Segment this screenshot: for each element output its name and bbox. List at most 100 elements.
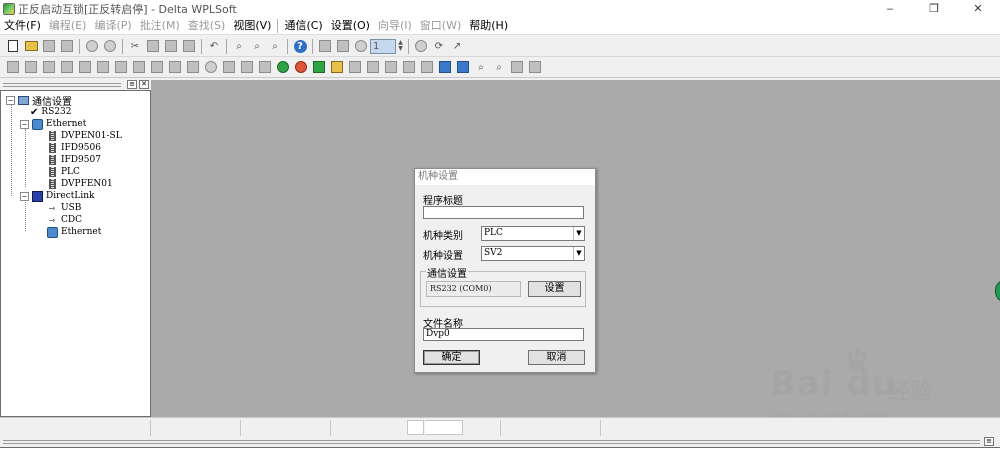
model-setting-select[interactable]: SV2 ▼ <box>481 246 585 261</box>
contact-nc-icon[interactable] <box>24 60 38 74</box>
stop-run-icon[interactable] <box>294 60 308 74</box>
device-icon[interactable] <box>312 60 326 74</box>
screen-icon[interactable] <box>456 60 470 74</box>
ethernet-icon <box>46 226 58 238</box>
pin-panel-icon[interactable]: ≡ <box>127 80 137 89</box>
dropdown-arrow-icon[interactable]: ▼ <box>573 247 584 260</box>
model-type-select[interactable]: PLC ▼ <box>481 226 585 241</box>
download-icon[interactable] <box>366 60 380 74</box>
zoom-level-input[interactable]: 1 <box>370 38 396 54</box>
delete-icon[interactable] <box>182 39 196 53</box>
tree-item-ifd9506[interactable]: IFD9506 <box>46 142 101 154</box>
tree-item-usb[interactable]: ⇾ USB <box>46 202 82 214</box>
menu-compile[interactable]: 编译(P) <box>90 17 135 35</box>
pin-icon[interactable] <box>204 60 218 74</box>
info-icon[interactable] <box>354 39 368 53</box>
minimize-button[interactable]: ‒ <box>868 0 912 17</box>
menu-window[interactable]: 窗口(W) <box>416 17 465 35</box>
panel-grip[interactable] <box>3 440 980 444</box>
monitor-device-icon[interactable] <box>330 60 344 74</box>
refresh-icon[interactable]: ⟳ <box>432 39 446 53</box>
menu-settings[interactable]: 设置(O) <box>327 17 374 35</box>
new-file-icon[interactable] <box>6 39 20 53</box>
side-float-button[interactable] <box>995 280 1000 302</box>
offline-icon[interactable] <box>103 39 117 53</box>
tree-item-dvpen01-sl[interactable]: DVPEN01-SL <box>46 130 122 142</box>
block3-icon[interactable] <box>258 60 272 74</box>
tree-item-cdc[interactable]: ⇾ CDC <box>46 214 82 226</box>
find-next-icon[interactable]: ⌕ <box>492 60 506 74</box>
dropdown-arrow-icon[interactable]: ▼ <box>573 227 584 240</box>
upload-icon[interactable] <box>384 60 398 74</box>
collapse-icon[interactable]: − <box>20 191 29 201</box>
cancel-button[interactable]: 取消 <box>528 350 585 365</box>
stop-icon[interactable] <box>414 39 428 53</box>
zoom-icon[interactable]: ⌕ <box>232 39 246 53</box>
restore-button[interactable]: ❐ <box>912 0 956 17</box>
open-folder-icon[interactable] <box>24 39 38 53</box>
find-device-icon[interactable]: ⌕ <box>474 60 488 74</box>
network-icon[interactable] <box>528 60 542 74</box>
menu-comment[interactable]: 批注(M) <box>136 17 184 35</box>
connect-icon[interactable] <box>348 60 362 74</box>
close-panel-icon[interactable]: ✕ <box>139 80 149 89</box>
online-icon[interactable] <box>85 39 99 53</box>
help-icon[interactable]: ? <box>293 39 307 53</box>
cut-icon[interactable]: ✂ <box>128 39 142 53</box>
block-icon[interactable] <box>222 60 236 74</box>
edit-register-icon[interactable] <box>438 60 452 74</box>
print-icon[interactable] <box>60 39 74 53</box>
dialog-title: 机种设置 <box>415 169 595 185</box>
block2-icon[interactable] <box>240 60 254 74</box>
menu-search[interactable]: 查找(S) <box>184 17 230 35</box>
menu-help[interactable]: 帮助(H) <box>465 17 512 35</box>
menu-file[interactable]: 文件(F) <box>0 17 45 35</box>
bookmark-icon[interactable] <box>510 60 524 74</box>
run-icon[interactable] <box>276 60 290 74</box>
line-icon[interactable] <box>78 60 92 74</box>
table-icon[interactable] <box>114 60 128 74</box>
comment-icon[interactable] <box>168 60 182 74</box>
zoom-out-icon[interactable]: ⌕ <box>268 39 282 53</box>
tree-item-ethernet[interactable]: − Ethernet <box>20 118 86 130</box>
register-icon[interactable] <box>420 60 434 74</box>
menu-edit[interactable]: 编程(E) <box>45 17 91 35</box>
coil-icon[interactable] <box>42 60 56 74</box>
tree-item-comm-settings[interactable]: − 通信设置 <box>6 94 72 108</box>
tree-item-ifd9507[interactable]: IFD9507 <box>46 154 101 166</box>
tree-item-dvpfen01[interactable]: DVPFEN01 <box>46 178 113 190</box>
panel-grip[interactable] <box>3 83 121 87</box>
menu-view[interactable]: 视图(V) <box>229 17 275 35</box>
compare-icon[interactable] <box>402 60 416 74</box>
pen-icon[interactable] <box>150 60 164 74</box>
tree-item-directlink[interactable]: − DirectLink <box>20 190 95 202</box>
program-title-input[interactable] <box>423 206 584 219</box>
monitor-icon[interactable]: ↗ <box>450 39 464 53</box>
collapse-icon[interactable]: − <box>6 95 15 105</box>
save-icon[interactable] <box>42 39 56 53</box>
note-icon[interactable] <box>186 60 200 74</box>
instruction-mode-icon[interactable] <box>336 39 350 53</box>
pin-panel-icon[interactable]: ≡ <box>984 437 994 446</box>
collapse-icon[interactable]: − <box>20 119 29 129</box>
copy-icon[interactable] <box>146 39 160 53</box>
mark-icon[interactable] <box>132 60 146 74</box>
spin-arrows-icon[interactable]: ▲ ▼ <box>396 39 405 54</box>
ok-button[interactable]: 确定 <box>423 350 480 365</box>
tree-item-plc[interactable]: PLC <box>46 166 80 178</box>
contact-icon[interactable] <box>6 60 20 74</box>
comm-settings-button[interactable]: 设置 <box>528 281 581 297</box>
branch-icon[interactable] <box>96 60 110 74</box>
file-name-input[interactable]: Dvp0 <box>423 328 584 341</box>
undo-icon[interactable]: ↶ <box>207 39 221 53</box>
ladder-mode-icon[interactable] <box>318 39 332 53</box>
tree-item-directlink-ethernet[interactable]: Ethernet <box>46 226 101 238</box>
tree-item-rs232[interactable]: ✔ RS232 <box>30 106 72 118</box>
function-icon[interactable] <box>60 60 74 74</box>
model-setting-label: 机种设置 <box>423 251 463 262</box>
zoom-in-icon[interactable]: ⌕ <box>250 39 264 53</box>
close-button[interactable]: ✕ <box>956 0 1000 17</box>
paste-icon[interactable] <box>164 39 178 53</box>
menu-wizard[interactable]: 向导(I) <box>374 17 416 35</box>
menu-communication[interactable]: 通信(C) <box>280 17 326 35</box>
